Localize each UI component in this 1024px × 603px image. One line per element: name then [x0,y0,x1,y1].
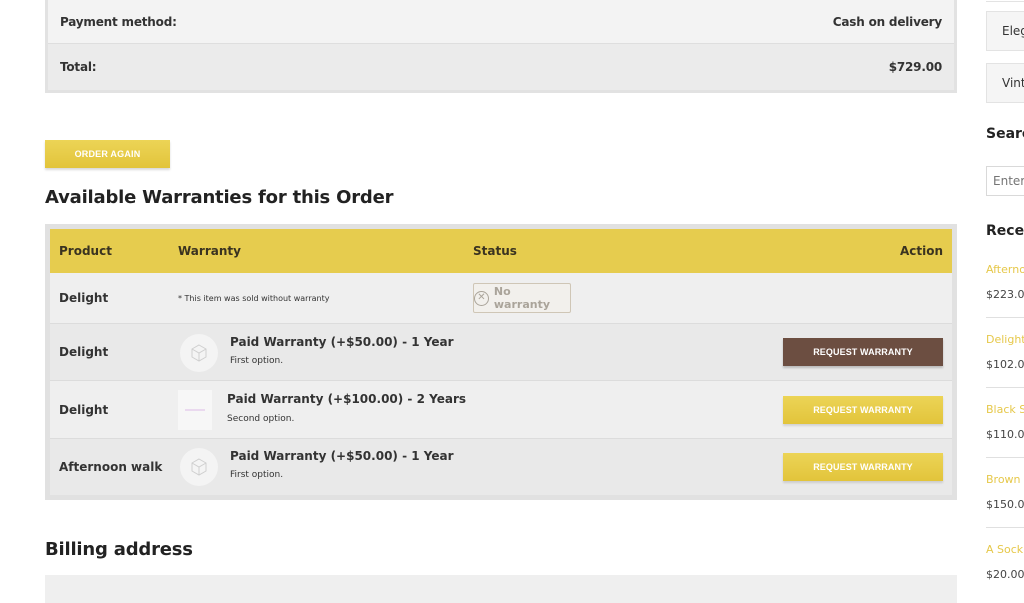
recent-product-link[interactable]: A Sock [986,543,1024,557]
warranties-table-header: Product Warranty Status Action [50,229,952,273]
warranty-description: First option. [230,470,284,480]
recent-product-item[interactable]: Black S $110.0 [986,403,1024,441]
recent-divider [986,317,1024,318]
product-name: Delight [59,345,109,359]
table-row: Delight Paid Warranty (+$50.00) - 1 Year… [50,324,952,381]
recent-product-price: $110.0 [986,428,1024,441]
order-again-button[interactable]: ORDER AGAIN [45,140,170,168]
recent-product-price: $20.00 [986,568,1024,581]
payment-method-value: Cash on delivery [832,14,942,29]
warranty-thumbnail [178,390,212,430]
billing-address-box [45,575,957,603]
box-icon [191,458,207,476]
recent-product-link[interactable]: Brown [986,473,1024,487]
request-warranty-button[interactable]: REQUEST WARRANTY [783,453,943,481]
sidebar-divider [986,0,1024,2]
total-label: Total: [60,60,97,74]
recent-product-item[interactable]: Delight $102.0 [986,333,1024,371]
recent-divider [986,387,1024,388]
sidebar-recent-title: Recen [986,223,1024,239]
status-text: No warranty [493,285,551,311]
header-action: Action [899,244,943,258]
image-icon [185,409,205,411]
box-icon [191,344,207,362]
warranty-thumbnail [180,334,218,372]
header-status: Status [473,244,517,258]
warranties-title: Available Warranties for this Order [45,187,394,208]
no-warranty-note: * This item was sold without warranty [178,294,330,303]
table-row: Afternoon walk Paid Warranty (+$50.00) -… [50,439,952,495]
request-warranty-button[interactable]: REQUEST WARRANTY [783,396,943,424]
recent-divider [986,527,1024,528]
product-name: Delight [59,291,109,305]
warranty-description: First option. [230,356,284,366]
table-row: Delight Paid Warranty (+$100.00) - 2 Yea… [50,381,952,439]
recent-product-item[interactable]: Afterno $223.0 [986,263,1024,301]
status-badge: ✕ No warranty [473,283,571,313]
sidebar-category-item[interactable]: Eleg [986,11,1024,51]
recent-product-link[interactable]: Afterno [986,263,1024,277]
total-value: $729.00 [888,60,942,74]
header-product: Product [59,244,112,258]
order-summary-table: Payment method: Cash on delivery Total: … [45,0,957,93]
payment-method-label: Payment method: [60,14,177,29]
total-row: Total: $729.00 [48,44,954,90]
warranty-name: Paid Warranty (+$100.00) - 2 Years [227,392,466,406]
recent-product-price: $150.0 [986,498,1024,511]
table-row: Delight * This item was sold without war… [50,273,952,324]
recent-product-price: $223.0 [986,288,1024,301]
product-name: Afternoon walk [59,460,163,474]
recent-divider [986,457,1024,458]
recent-product-item[interactable]: Brown $150.0 [986,473,1024,511]
header-warranty: Warranty [178,244,241,258]
recent-product-price: $102.0 [986,358,1024,371]
payment-method-row: Payment method: Cash on delivery [48,0,954,44]
sidebar-category-item[interactable]: Vint [986,63,1024,103]
recent-product-item[interactable]: A Sock $20.00 [986,543,1024,581]
warranties-table: Product Warranty Status Action Delight *… [45,224,957,500]
x-circle-icon: ✕ [474,290,489,306]
product-name: Delight [59,403,109,417]
warranty-name: Paid Warranty (+$50.00) - 1 Year [230,335,454,349]
warranty-name: Paid Warranty (+$50.00) - 1 Year [230,449,454,463]
recent-product-link[interactable]: Delight [986,333,1024,347]
billing-address-title: Billing address [45,539,193,560]
warranty-thumbnail [180,448,218,486]
warranty-description: Second option. [227,414,295,424]
sidebar-search-input[interactable] [986,166,1024,196]
sidebar-search-title: Searc [986,126,1024,142]
request-warranty-button[interactable]: REQUEST WARRANTY [783,338,943,366]
recent-product-link[interactable]: Black S [986,403,1024,417]
